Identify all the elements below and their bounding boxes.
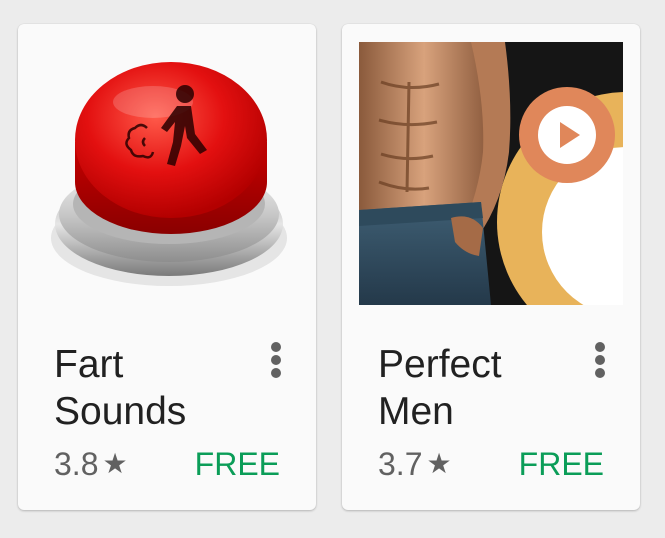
app-rating: 3.8 ★: [54, 444, 128, 484]
more-options-icon[interactable]: [586, 338, 614, 382]
menu-dot: [595, 355, 605, 365]
rating-value: 3.8: [54, 446, 99, 482]
price-label[interactable]: FREE: [519, 444, 604, 484]
menu-dot: [271, 342, 281, 352]
menu-dot: [271, 368, 281, 378]
app-card[interactable]: Fart Sounds 3.8 ★ FREE: [18, 24, 316, 510]
fitness-man-play-icon: [359, 42, 623, 305]
app-icon-image[interactable]: [359, 42, 623, 305]
app-icon-image[interactable]: [35, 42, 299, 305]
menu-dot: [595, 342, 605, 352]
menu-dot: [595, 368, 605, 378]
more-options-icon[interactable]: [262, 338, 290, 382]
star-icon: ★: [102, 448, 128, 479]
app-title[interactable]: Perfect Men: [378, 341, 578, 435]
star-icon: ★: [426, 448, 452, 479]
app-rating: 3.7 ★: [378, 444, 452, 484]
app-title[interactable]: Fart Sounds: [54, 341, 254, 435]
red-push-button-icon: [35, 42, 299, 305]
menu-dot: [271, 355, 281, 365]
app-card[interactable]: Perfect Men 3.7 ★ FREE: [342, 24, 640, 510]
price-label[interactable]: FREE: [195, 444, 280, 484]
rating-value: 3.7: [378, 446, 423, 482]
